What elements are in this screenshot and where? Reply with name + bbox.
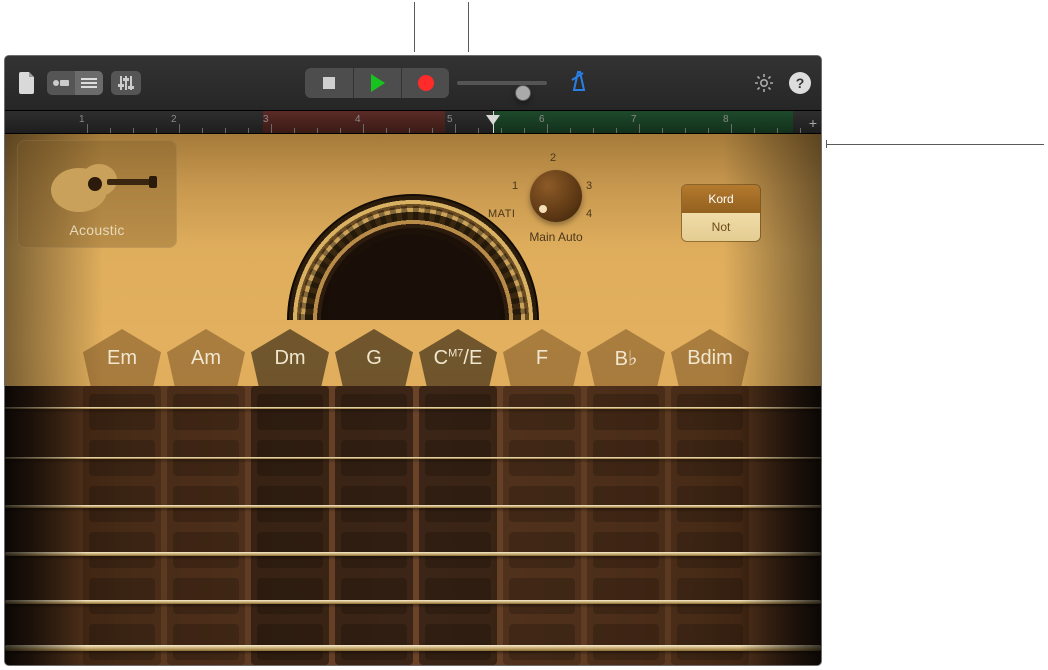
view-segmented-control[interactable] bbox=[47, 71, 103, 95]
chord-label: B♭ bbox=[615, 346, 638, 371]
chord-label: F bbox=[536, 347, 548, 370]
mode-chord-button[interactable]: Kord bbox=[682, 185, 760, 213]
volume-thumb[interactable] bbox=[515, 85, 531, 101]
autoplay-tick-4: 4 bbox=[586, 208, 592, 220]
chord-label: Am bbox=[191, 347, 221, 370]
instrument-name-label: Acoustic bbox=[69, 216, 124, 248]
ruler-bar-label: 6 bbox=[539, 114, 545, 125]
track-controls-button[interactable] bbox=[111, 71, 141, 95]
ruler-cycle-region-a[interactable] bbox=[263, 111, 445, 133]
instrument-selector[interactable]: Acoustic bbox=[17, 140, 177, 248]
master-volume-slider[interactable] bbox=[457, 81, 547, 85]
chord-strip: Em Am Dm G CM7/E F B♭ Bdim bbox=[5, 329, 821, 387]
metronome-button[interactable] bbox=[569, 70, 589, 97]
chord-strip-cm7e[interactable]: CM7/E bbox=[419, 329, 497, 387]
ruler-bar-label: 8 bbox=[723, 114, 729, 125]
callout-tick-ruler bbox=[826, 140, 827, 148]
app-frame: ? 1 2 3 4 5 6 7 8 + Acoustic bbox=[4, 55, 822, 666]
chord-strip-f[interactable]: F bbox=[503, 329, 581, 387]
fretboard bbox=[5, 386, 821, 665]
ruler-bar-label: 3 bbox=[263, 114, 269, 125]
ruler-bar-label: 1 bbox=[79, 114, 85, 125]
acoustic-guitar-icon bbox=[37, 146, 157, 216]
mixer-icon bbox=[118, 75, 134, 91]
stop-icon bbox=[323, 77, 335, 89]
chord-label: Bdim bbox=[687, 347, 733, 370]
chord-strip-em[interactable]: Em bbox=[83, 329, 161, 387]
chord-label: G bbox=[366, 347, 382, 370]
help-label: ? bbox=[796, 75, 805, 91]
chord-strip-am[interactable]: Am bbox=[167, 329, 245, 387]
instrument-browser-button[interactable] bbox=[47, 71, 75, 95]
chord-label: Em bbox=[107, 347, 137, 370]
autoplay-control: MATI 1 2 3 4 Main Auto bbox=[491, 166, 621, 244]
ruler[interactable]: 1 2 3 4 5 6 7 8 + bbox=[5, 110, 821, 134]
autoplay-tick-1: 1 bbox=[512, 180, 518, 192]
callout-line-record bbox=[468, 2, 469, 52]
ruler-cycle-region-b[interactable] bbox=[493, 111, 793, 133]
autoplay-title: Main Auto bbox=[491, 230, 621, 244]
autoplay-tick-2: 2 bbox=[550, 152, 556, 164]
ruler-bar-label: 2 bbox=[171, 114, 177, 125]
chord-strip-dm[interactable]: Dm bbox=[251, 329, 329, 387]
chord-label: CM7/E bbox=[434, 347, 483, 370]
ruler-bar-label: 4 bbox=[355, 114, 361, 125]
autoplay-tick-3: 3 bbox=[586, 180, 592, 192]
gear-icon bbox=[754, 73, 774, 93]
chord-strip-g[interactable]: G bbox=[335, 329, 413, 387]
play-button[interactable] bbox=[353, 68, 401, 98]
autoplay-off-label: MATI bbox=[488, 208, 515, 220]
ruler-bar-label: 5 bbox=[447, 114, 453, 125]
mode-note-button[interactable]: Not bbox=[682, 213, 760, 241]
tracks-view-button[interactable] bbox=[75, 71, 103, 95]
ruler-bar-label: 7 bbox=[631, 114, 637, 125]
metronome-icon bbox=[569, 70, 589, 92]
help-button[interactable]: ? bbox=[789, 72, 811, 94]
browser-icon bbox=[52, 77, 70, 89]
transport-controls bbox=[305, 68, 449, 98]
chord-label: Dm bbox=[274, 347, 305, 370]
touch-instrument-surface: Acoustic MATI 1 2 3 4 Main Auto Kord Not… bbox=[5, 134, 821, 665]
list-icon bbox=[81, 77, 97, 89]
stop-button[interactable] bbox=[305, 68, 353, 98]
record-button[interactable] bbox=[401, 68, 449, 98]
chord-strip-bdim[interactable]: Bdim bbox=[671, 329, 749, 387]
play-icon bbox=[371, 74, 385, 92]
my-songs-button[interactable] bbox=[15, 69, 39, 97]
control-bar: ? bbox=[5, 56, 821, 110]
callout-line-ruler bbox=[826, 144, 1044, 145]
callout-line-play bbox=[414, 2, 415, 52]
chord-note-switch[interactable]: Kord Not bbox=[681, 184, 761, 242]
record-icon bbox=[418, 75, 434, 91]
chord-strip-b[interactable]: B♭ bbox=[587, 329, 665, 387]
document-icon bbox=[18, 72, 36, 94]
autoplay-knob[interactable] bbox=[530, 170, 582, 222]
add-section-button[interactable]: + bbox=[809, 115, 817, 131]
song-settings-button[interactable] bbox=[753, 72, 775, 94]
